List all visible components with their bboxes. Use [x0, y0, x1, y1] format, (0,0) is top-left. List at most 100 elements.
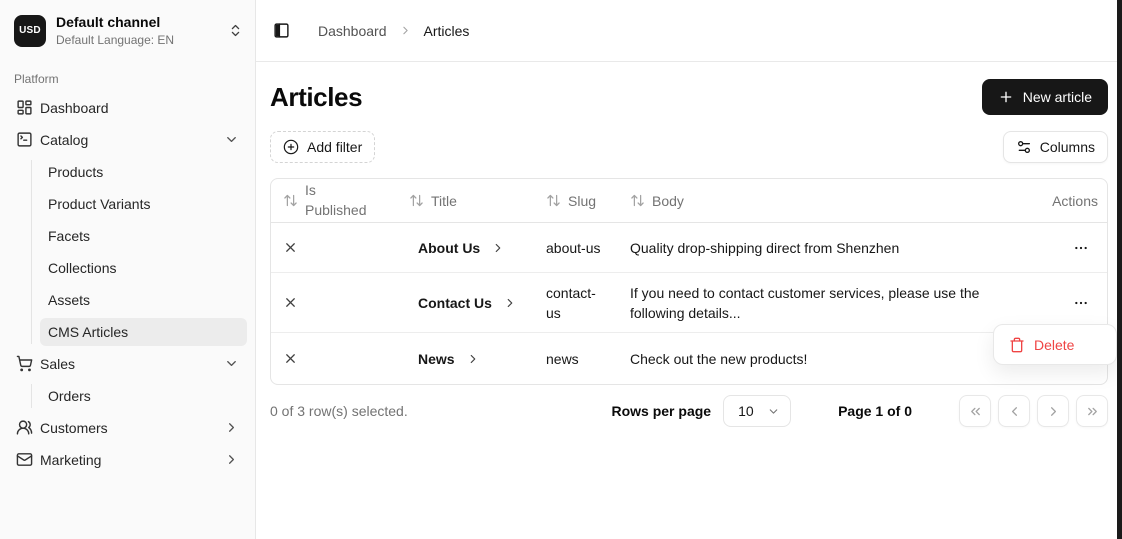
- chevron-down-icon: [224, 132, 239, 147]
- chevron-down-icon: [224, 356, 239, 371]
- trash-icon: [1009, 337, 1025, 353]
- chevron-right-icon: [399, 24, 412, 37]
- plus-icon: [998, 89, 1014, 105]
- columns-button[interactable]: Columns: [1003, 131, 1108, 163]
- column-header-label: Slug: [568, 193, 596, 209]
- page-info: Page 1 of 0: [838, 403, 912, 419]
- published-cell: [271, 223, 401, 272]
- sort-arrows-icon: [546, 193, 561, 208]
- article-title: Contact Us: [418, 293, 492, 313]
- users-icon: [16, 419, 33, 436]
- channel-badge: USD: [14, 15, 46, 47]
- x-icon: [283, 351, 298, 366]
- sidebar-item-dashboard[interactable]: Dashboard: [8, 94, 247, 122]
- article-slug: contact-us: [538, 273, 622, 332]
- column-header-label: Is Published: [305, 181, 371, 220]
- channel-language: Default Language: EN: [56, 33, 218, 48]
- article-slug: about-us: [538, 223, 622, 272]
- breadcrumb-dashboard[interactable]: Dashboard: [318, 23, 387, 39]
- sidebar-item-customers[interactable]: Customers: [8, 414, 247, 442]
- column-header-label: Title: [431, 193, 457, 209]
- row-actions-button[interactable]: [1069, 291, 1093, 315]
- delete-menu-label: Delete: [1034, 337, 1074, 353]
- sidebar-item-collections[interactable]: Collections: [40, 254, 247, 282]
- columns-button-label: Columns: [1040, 139, 1095, 155]
- chevron-right-icon: [224, 420, 239, 435]
- mail-icon: [16, 451, 33, 468]
- row-actions-button[interactable]: [1069, 236, 1093, 260]
- previous-page-button[interactable]: [998, 395, 1030, 427]
- articles-table: Is Published Title Slug: [270, 178, 1108, 385]
- chevron-down-icon: [767, 405, 780, 418]
- sidebar-nav: Dashboard Catalog Products Product Varia…: [0, 94, 255, 474]
- rows-per-page-select[interactable]: 10: [723, 395, 791, 427]
- column-header-label: Body: [652, 193, 684, 209]
- app-window: USD Default channel Default Language: EN…: [0, 0, 1122, 539]
- column-header-is-published[interactable]: Is Published: [271, 179, 401, 222]
- table-row: About Us about-us Quality drop-shipping …: [271, 223, 1107, 273]
- sidebar-item-product-variants[interactable]: Product Variants: [40, 190, 247, 218]
- sidebar-item-products[interactable]: Products: [40, 158, 247, 186]
- main-area: Dashboard Articles Articles New article: [256, 0, 1122, 539]
- channel-info: Default channel Default Language: EN: [56, 14, 218, 48]
- add-filter-button[interactable]: Add filter: [270, 131, 375, 163]
- actions-cell: [1004, 223, 1107, 272]
- table-row: Contact Us contact-us If you need to con…: [271, 273, 1107, 333]
- next-page-button[interactable]: [1037, 395, 1069, 427]
- page-content: Articles New article Add filter: [256, 62, 1122, 539]
- article-body: Check out the new products!: [622, 333, 1004, 384]
- sidebar-item-label: Marketing: [40, 452, 101, 468]
- shopping-cart-icon: [16, 355, 33, 372]
- first-page-button[interactable]: [959, 395, 991, 427]
- column-header-slug[interactable]: Slug: [538, 179, 622, 222]
- column-header-title[interactable]: Title: [401, 179, 538, 222]
- page-title: Articles: [270, 82, 362, 113]
- sidebar-item-label: Catalog: [40, 132, 88, 148]
- terminal-square-icon: [16, 131, 33, 148]
- column-header-actions: Actions: [1004, 179, 1107, 222]
- last-page-button[interactable]: [1076, 395, 1108, 427]
- column-header-body[interactable]: Body: [622, 179, 1004, 222]
- new-article-button-label: New article: [1023, 89, 1092, 105]
- article-title-link[interactable]: News: [401, 333, 538, 384]
- rows-per-page-value: 10: [738, 403, 754, 419]
- topbar: Dashboard Articles: [256, 0, 1122, 62]
- circle-plus-icon: [283, 139, 299, 155]
- dashboard-icon: [16, 99, 33, 116]
- chevron-right-icon: [224, 452, 239, 467]
- sidebar-toggle-button[interactable]: [273, 22, 290, 39]
- breadcrumb: Dashboard Articles: [318, 23, 469, 39]
- sales-sublist: Orders: [8, 382, 247, 410]
- sidebar-item-catalog[interactable]: Catalog: [8, 126, 247, 154]
- table-header-row: Is Published Title Slug: [271, 179, 1107, 223]
- new-article-button[interactable]: New article: [982, 79, 1108, 115]
- scrollbar[interactable]: [1117, 0, 1122, 539]
- published-cell: [271, 273, 401, 332]
- sidebar-item-assets[interactable]: Assets: [40, 286, 247, 314]
- article-title: About Us: [418, 238, 480, 258]
- row-context-menu-delete[interactable]: Delete: [993, 324, 1117, 365]
- sort-arrows-icon: [283, 193, 298, 208]
- sidebar-item-cms-articles[interactable]: CMS Articles: [40, 318, 247, 346]
- sidebar-item-marketing[interactable]: Marketing: [8, 446, 247, 474]
- sidebar-item-label: Sales: [40, 356, 75, 372]
- article-body: If you need to contact customer services…: [622, 273, 1004, 332]
- sidebar-item-facets[interactable]: Facets: [40, 222, 247, 250]
- table-footer: 0 of 3 row(s) selected. Rows per page 10…: [270, 395, 1108, 427]
- platform-section-label: Platform: [0, 48, 255, 94]
- sidebar-item-label: Customers: [40, 420, 108, 436]
- sidebar-item-sales[interactable]: Sales: [8, 350, 247, 378]
- channel-switcher[interactable]: USD Default channel Default Language: EN: [0, 0, 255, 48]
- sidebar-item-orders[interactable]: Orders: [40, 382, 247, 410]
- settings-sliders-icon: [1016, 139, 1032, 155]
- published-cell: [271, 333, 401, 384]
- sidebar: USD Default channel Default Language: EN…: [0, 0, 256, 539]
- article-title: News: [418, 349, 455, 369]
- selection-status: 0 of 3 row(s) selected.: [270, 403, 408, 419]
- article-title-link[interactable]: Contact Us: [401, 273, 538, 332]
- chevron-right-icon: [466, 352, 480, 366]
- chevron-right-icon: [491, 241, 505, 255]
- sort-arrows-icon: [409, 193, 424, 208]
- article-title-link[interactable]: About Us: [401, 223, 538, 272]
- x-icon: [283, 240, 298, 255]
